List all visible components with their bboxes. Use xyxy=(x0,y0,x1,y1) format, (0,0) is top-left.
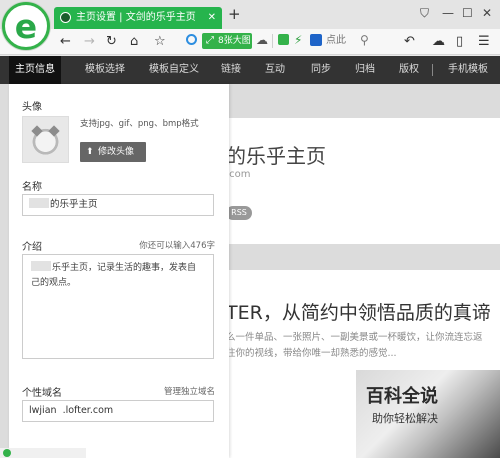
image-mode-button[interactable]: 8张大图 xyxy=(202,33,252,49)
profile-settings-panel: 头像 支持jpg、gif、png、bmp格式 ⬆ 修改头像 名称 的乐乎主页 介… xyxy=(9,84,229,458)
home-icon[interactable]: ⌂ xyxy=(130,34,138,49)
close-window-button[interactable]: ✕ xyxy=(482,6,492,20)
cloud-icon[interactable]: ☁ xyxy=(256,33,268,47)
change-avatar-label: 修改头像 xyxy=(98,147,135,157)
intro-label: 介绍 xyxy=(22,242,42,253)
upload-icon: ⬆ xyxy=(86,147,94,157)
forward-icon[interactable]: → xyxy=(84,34,95,49)
watermark-subtitle: 助你轻松解决 xyxy=(372,412,438,425)
nav-item-interaction[interactable]: 互动 xyxy=(260,56,290,84)
name-value: 的乐乎主页 xyxy=(50,199,98,210)
cloud-sync-icon[interactable]: ☁ xyxy=(432,34,445,49)
intro-line: 乐乎主页，记录生活的趣事，发表自 xyxy=(31,261,205,276)
status-bar xyxy=(0,448,86,458)
site-security-icon[interactable] xyxy=(186,34,197,45)
browser-toolbar: ← → ↻ ⌂ ☆ 8张大图 ☁ ⚡ 点此 ⚲ ↶ ☁ ▯ ☰ xyxy=(0,29,500,55)
redacted-text xyxy=(31,261,51,271)
nav-item-mobile-template[interactable]: 手机模板 xyxy=(440,56,496,84)
article-snippet-line: 么一件单品、一张照片、一副美景或一杯暖饮，让你流连忘返 xyxy=(226,332,483,343)
intro-line: 己的观点。 xyxy=(31,278,77,288)
domain-field[interactable]: lwjian .lofter.com xyxy=(22,400,214,422)
back-icon[interactable]: ← xyxy=(60,34,71,49)
nav-divider xyxy=(432,64,433,76)
name-label: 名称 xyxy=(22,182,42,193)
site-nav-bar: 主页信息 模板选择 模板自定义 链接 互动 同步 归档 版权 手机模板 xyxy=(0,56,500,84)
name-field[interactable]: 的乐乎主页 xyxy=(22,194,214,216)
minimize-button[interactable]: — xyxy=(442,6,454,20)
maximize-button[interactable]: ☐ xyxy=(462,6,473,20)
browser-logo: e xyxy=(2,2,50,50)
title-bar: 主页设置 | 文剑的乐乎主页 ✕ + ⛉ — ☐ ✕ xyxy=(0,0,500,29)
rss-badge[interactable]: RSS xyxy=(226,206,252,220)
search-box[interactable]: 点此 xyxy=(326,33,346,49)
tab-close-icon[interactable]: ✕ xyxy=(208,11,216,24)
change-avatar-button[interactable]: ⬆ 修改头像 xyxy=(80,142,146,162)
reload-icon[interactable]: ↻ xyxy=(106,34,117,49)
article-snippet: 么一件单品、一张照片、一副美景或一杯暖饮，让你流连忘返 住你的视线，带给你唯一却… xyxy=(226,330,500,362)
tab-title: 主页设置 | 文剑的乐乎主页 xyxy=(76,12,196,23)
article-snippet-line: 住你的视线，带给你唯一却熟悉的感觉... xyxy=(226,348,397,359)
intro-textarea[interactable]: 乐乎主页，记录生活的趣事，发表自 己的观点。 xyxy=(22,254,214,359)
nav-item-sync[interactable]: 同步 xyxy=(306,56,336,84)
blog-url[interactable]: .com xyxy=(226,169,251,180)
status-icon xyxy=(3,449,11,457)
watermark-title: 百科全说 xyxy=(366,386,438,407)
skin-icon[interactable]: ⛉ xyxy=(420,6,429,20)
new-tab-button[interactable]: + xyxy=(228,6,241,22)
tab-favicon-icon xyxy=(60,12,71,23)
intro-char-count: 你还可以输入476字 xyxy=(139,241,215,251)
nav-item-template-custom[interactable]: 模板自定义 xyxy=(142,56,206,84)
blog-title: 的乐乎主页 xyxy=(226,144,326,168)
extension-green-icon[interactable] xyxy=(278,34,289,45)
flash-extension-icon[interactable]: ⚡ xyxy=(294,33,302,47)
nav-item-copyright[interactable]: 版权 xyxy=(394,56,424,84)
menu-icon[interactable]: ☰ xyxy=(478,34,490,49)
manage-domain-link[interactable]: 管理独立域名 xyxy=(164,385,215,397)
bookmark-star-icon[interactable]: ☆ xyxy=(154,34,166,49)
browser-logo-letter: e xyxy=(14,7,38,46)
nav-item-template-select[interactable]: 模板选择 xyxy=(76,56,134,84)
nav-item-archive[interactable]: 归档 xyxy=(350,56,380,84)
intro-line-text: 乐乎主页，记录生活的趣事，发表自 xyxy=(52,263,197,273)
domain-label: 个性域名 xyxy=(22,388,62,399)
search-icon[interactable]: ⚲ xyxy=(360,33,369,47)
article-title[interactable]: TER，从简约中领悟品质的真谛 xyxy=(226,298,491,325)
nav-item-links[interactable]: 链接 xyxy=(216,56,246,84)
avatar-format-hint: 支持jpg、gif、png、bmp格式 xyxy=(80,119,199,129)
undo-icon[interactable]: ↶ xyxy=(404,34,415,49)
extension-blue-icon[interactable] xyxy=(310,34,322,46)
nav-item-profile[interactable]: 主页信息 xyxy=(9,56,61,84)
mobile-icon[interactable]: ▯ xyxy=(456,34,463,49)
address-separator xyxy=(272,34,273,48)
avatar xyxy=(22,116,69,163)
avatar-label: 头像 xyxy=(22,102,42,113)
redacted-text xyxy=(29,198,49,208)
tab-active[interactable]: 主页设置 | 文剑的乐乎主页 ✕ xyxy=(54,7,222,29)
